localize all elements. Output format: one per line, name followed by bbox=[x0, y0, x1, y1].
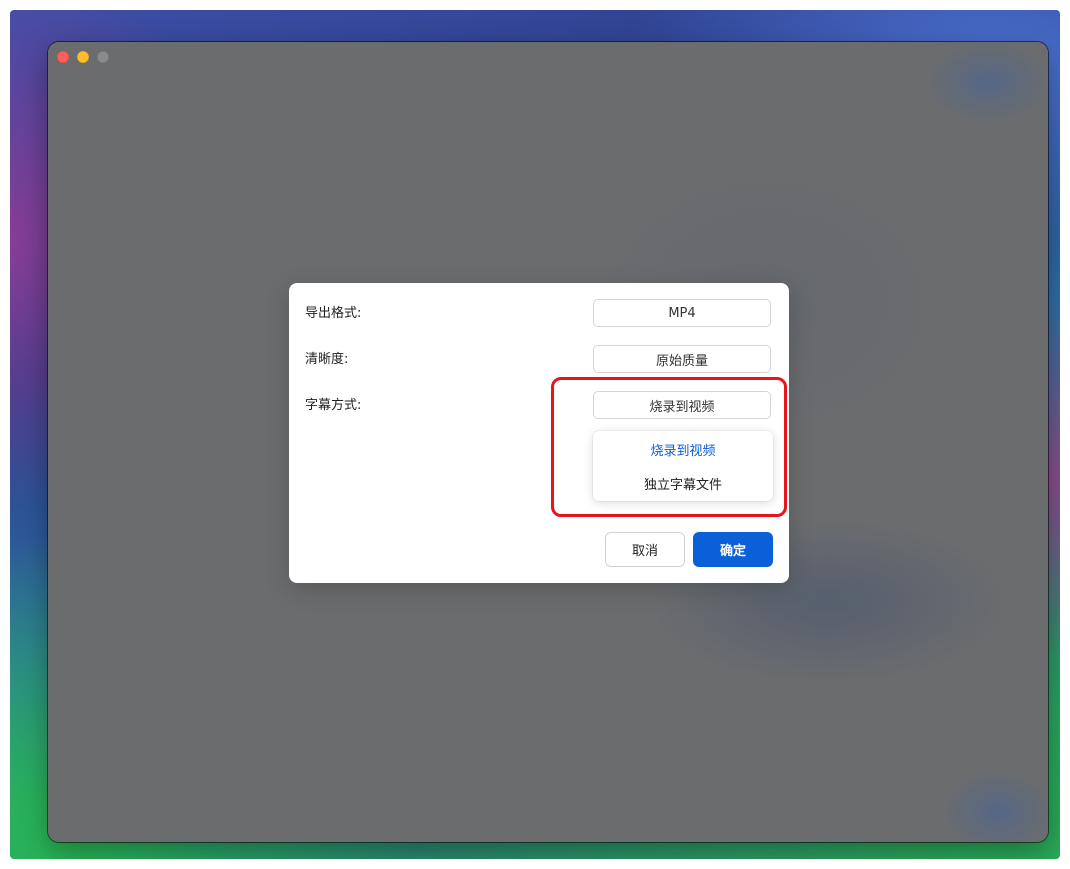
quality-label: 清晰度: bbox=[305, 352, 349, 367]
quality-select[interactable]: 原始质量 bbox=[593, 345, 771, 373]
export-format-select[interactable]: MP4 bbox=[593, 299, 771, 327]
close-window-button[interactable] bbox=[57, 51, 69, 63]
window-controls bbox=[57, 51, 109, 63]
cancel-button[interactable]: 取消 bbox=[605, 532, 685, 567]
dropdown-option-burn-in[interactable]: 烧录到视频 bbox=[593, 434, 773, 464]
maximize-window-button[interactable] bbox=[97, 51, 109, 63]
subtitle-mode-select[interactable]: 烧录到视频 bbox=[593, 391, 771, 419]
dropdown-option-separate-file[interactable]: 独立字幕文件 bbox=[593, 468, 773, 498]
desktop-wallpaper: 导出格式: MP4 清晰度: 原始质量 字幕方式: 烧录到视频 烧录到视频 独立… bbox=[10, 10, 1060, 859]
export-format-label: 导出格式: bbox=[305, 306, 362, 321]
subtitle-mode-dropdown: 烧录到视频 独立字幕文件 bbox=[593, 431, 773, 501]
confirm-button[interactable]: 确定 bbox=[693, 532, 773, 567]
subtitle-mode-label: 字幕方式: bbox=[305, 398, 362, 413]
export-dialog: 导出格式: MP4 清晰度: 原始质量 字幕方式: 烧录到视频 烧录到视频 独立… bbox=[289, 283, 789, 583]
minimize-window-button[interactable] bbox=[77, 51, 89, 63]
